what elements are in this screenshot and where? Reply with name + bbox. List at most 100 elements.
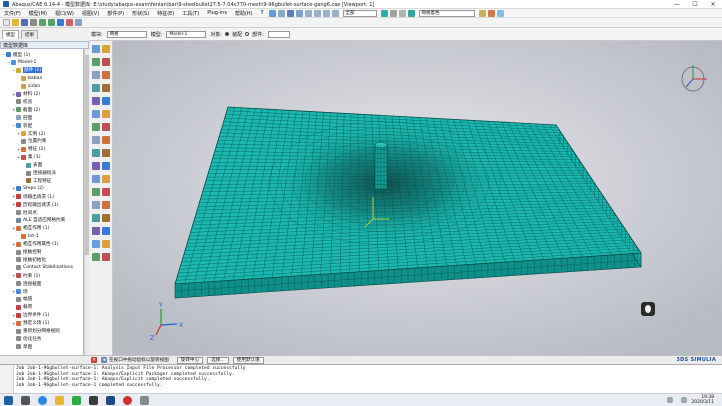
front-view-icon[interactable]	[313, 9, 321, 17]
module-select[interactable]: 网格	[106, 30, 147, 38]
tree-node[interactable]: + 材料 (2)	[12, 91, 40, 98]
tree-node[interactable]: − Model-1	[7, 59, 36, 66]
menu-feature[interactable]: 特征(E)	[153, 10, 178, 17]
select-button[interactable]: 选择...	[207, 356, 229, 364]
file-explorer-icon[interactable]	[55, 395, 64, 405]
start-menu-icon[interactable]	[4, 395, 13, 405]
part-select[interactable]	[267, 30, 290, 38]
mesh-part-icon[interactable]	[92, 214, 100, 222]
delete-mesh-icon[interactable]	[102, 188, 110, 196]
media-player-icon[interactable]	[123, 395, 132, 405]
mesh-part-icon[interactable]	[92, 136, 100, 144]
iso-view-icon[interactable]	[304, 9, 312, 17]
color-code-icon[interactable]	[487, 9, 495, 17]
tree-node[interactable]: − 装配	[12, 122, 32, 129]
abaqus-taskbar-icon[interactable]	[106, 395, 115, 405]
app-icon[interactable]	[89, 395, 98, 405]
new-file-icon[interactable]	[3, 19, 10, 26]
tree-node[interactable]: + 特征 (2)	[17, 146, 45, 153]
tree-node[interactable]: + 截面 (2)	[12, 106, 40, 113]
menu-plugins[interactable]: Plug-ins	[203, 10, 231, 16]
browser-icon[interactable]	[38, 395, 47, 405]
mesh-part-icon[interactable]	[92, 58, 100, 66]
zoom-icon[interactable]	[286, 9, 294, 17]
element-type-icon[interactable]	[92, 71, 100, 79]
menu-model[interactable]: 模型(M)	[25, 10, 51, 17]
tree-node[interactable]: + 集 (1)	[17, 154, 41, 161]
view-cycle-icon[interactable]	[75, 19, 82, 26]
wechat-icon[interactable]	[72, 395, 81, 405]
object-assembly-radio[interactable]	[225, 32, 230, 36]
mesh-region-icon[interactable]	[102, 214, 110, 222]
wireframe-icon[interactable]	[389, 9, 397, 17]
tree-node[interactable]: 接触控制	[12, 249, 41, 256]
tree-node[interactable]: 接触初始化	[12, 256, 46, 263]
object-part-radio[interactable]	[245, 32, 250, 36]
tree-node[interactable]: 表面	[22, 162, 42, 169]
viewport[interactable]: Y X Z	[113, 41, 722, 355]
menu-viewport[interactable]: 视口(W)	[51, 10, 78, 17]
tab-model[interactable]: 模型	[2, 30, 19, 39]
rotate-view-icon[interactable]	[268, 9, 276, 17]
query-icon[interactable]	[57, 19, 64, 26]
rotation-center-button[interactable]: 旋转中心	[176, 356, 204, 364]
tree-node[interactable]: 载荷	[12, 304, 32, 311]
tree-node[interactable]: + 历程输出请求 (1)	[12, 201, 59, 208]
mesh-controls-icon[interactable]	[102, 227, 110, 235]
tree-node[interactable]: + 边界条件 (1)	[12, 312, 49, 319]
settings-icon[interactable]	[140, 395, 149, 405]
partition-icon[interactable]	[102, 84, 110, 92]
seed-part-icon[interactable]	[92, 123, 100, 131]
render-style-icon[interactable]	[380, 9, 388, 17]
tree-node[interactable]: + Steps (2)	[12, 185, 44, 192]
tree-node[interactable]: 连接截面	[12, 280, 41, 287]
minimize-button[interactable]: —	[668, 1, 686, 8]
menu-help[interactable]: 帮助(H)	[231, 10, 257, 17]
partition-icon[interactable]	[102, 240, 110, 248]
lighting-icon[interactable]	[478, 9, 486, 17]
tree-node[interactable]: 位置约束	[17, 138, 46, 145]
filter-select[interactable]: 全部	[342, 9, 377, 17]
edit-mesh-icon[interactable]	[102, 175, 110, 183]
volume-icon[interactable]	[681, 397, 688, 403]
tab-results[interactable]: 结果	[21, 30, 38, 39]
shaded-icon[interactable]	[407, 9, 415, 17]
virtual-topology-icon[interactable]	[92, 253, 100, 261]
seed-edge-icon[interactable]	[102, 45, 110, 53]
tree-node[interactable]: 重新划分网格规则	[12, 328, 60, 335]
partition-icon[interactable]	[102, 162, 110, 170]
query-mesh-icon[interactable]	[92, 110, 100, 118]
tree-node[interactable]: 工程特征	[22, 177, 51, 184]
verify-mesh-icon[interactable]	[92, 84, 100, 92]
tree-node[interactable]: + 相互作用属性 (1)	[12, 241, 59, 248]
menu-view[interactable]: 视图(V)	[78, 10, 103, 17]
top-view-icon[interactable]	[322, 9, 330, 17]
tree-node[interactable]: 连接器指派	[22, 170, 56, 177]
menu-part[interactable]: 部件(P)	[103, 10, 128, 17]
edit-mesh-icon[interactable]	[102, 97, 110, 105]
render-mode-select[interactable]: 网格着色	[418, 9, 475, 17]
query-mesh-icon[interactable]	[92, 188, 100, 196]
system-clock[interactable]: 19:38 2020/3/11	[691, 395, 714, 405]
tree-node[interactable]: 校验	[12, 98, 32, 105]
tree-node[interactable]: 时间点	[12, 209, 37, 216]
mesh-controls-icon[interactable]	[102, 149, 110, 157]
select-icon[interactable]	[66, 19, 73, 26]
use-default-button[interactable]: 使用默认值	[232, 356, 264, 364]
tree-node[interactable]: baban	[17, 75, 42, 82]
mesh-controls-icon[interactable]	[102, 71, 110, 79]
menu-shape[interactable]: 形状(S)	[128, 10, 153, 17]
close-button[interactable]: ✕	[704, 1, 722, 8]
tree-node[interactable]: Int-1	[17, 233, 39, 240]
task-view-icon[interactable]	[21, 395, 30, 405]
model-select[interactable]: Model-1	[166, 30, 207, 38]
redo-icon[interactable]	[48, 19, 55, 26]
tree-node[interactable]: + 场输出请求 (1)	[12, 193, 54, 200]
menu-file[interactable]: 文件(F)	[0, 10, 25, 17]
fit-view-icon[interactable]	[295, 9, 303, 17]
pan-view-icon[interactable]	[277, 9, 285, 17]
undo-icon[interactable]	[39, 19, 46, 26]
maximize-button[interactable]: ☐	[686, 1, 704, 8]
tree-node[interactable]: − 部件 (2)	[12, 67, 43, 74]
tree-node[interactable]: Contact Stabilizations	[12, 264, 73, 271]
